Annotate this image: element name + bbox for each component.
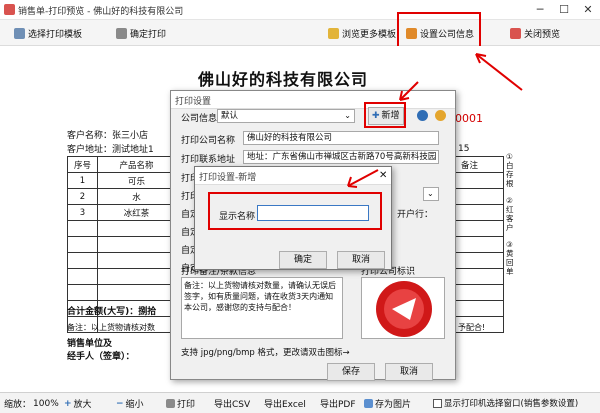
image-format-hint: 支持 jpg/png/bmp 格式，更改请双击图标→ [181, 348, 350, 358]
cancel-button[interactable]: 取消 [385, 363, 433, 381]
subdialog-titlebar: 打印设置-新增 [195, 167, 391, 185]
title-bar: 销售单-打印预览 - 佛山好的科技有限公司 ─ ☐ ✕ [0, 0, 600, 20]
highlight-add-new [364, 102, 406, 128]
app-icon [4, 4, 15, 15]
customer-address: 客户地址：测试地址1 [67, 145, 154, 155]
print-company-field[interactable]: 佛山好的科技有限公司 [243, 131, 439, 145]
print-address-label: 打印联系地址 [181, 155, 236, 165]
dialog-title: 打印设置 [175, 97, 212, 107]
status-bar: 缩放： 100% + 放大 − 缩小 打印 导出CSV 导出Excel 导出PDF 存… [0, 392, 600, 413]
subdialog-cancel-button[interactable]: 取消 [337, 251, 385, 269]
select-template-button[interactable]: 选择打印模板 [14, 24, 82, 42]
subdialog-title: 打印设置-新增 [199, 173, 257, 183]
close-icon[interactable]: ✕ [379, 170, 387, 181]
template-icon [14, 27, 25, 39]
company-heading: 佛山好的科技有限公司 [198, 70, 369, 89]
total-amount: 合计金额(大写)：捌拾 [67, 307, 157, 317]
zoom-display: 缩放： 100% [4, 398, 59, 411]
save-image-button[interactable]: 存为图片 [364, 397, 411, 410]
bank-label: 开户行： [397, 210, 434, 220]
zoom-out-button[interactable]: − 缩小 [116, 397, 144, 411]
dialog-titlebar: 打印设置 [171, 91, 455, 109]
printer-icon [116, 27, 127, 39]
image-icon [364, 399, 373, 408]
highlight-display-name [208, 192, 382, 230]
company-logo[interactable] [361, 277, 445, 339]
logo-image [376, 281, 432, 337]
order-number: 0001 [455, 112, 483, 125]
close-preview-icon [510, 27, 521, 39]
notes-textarea[interactable]: 备注：以上货物请核对数量，请确认无误后签字，如有质量问题，请在收货3天内通知本公… [181, 277, 343, 339]
browse-templates-button[interactable]: 浏览更多模板 [328, 24, 396, 42]
folder-icon [328, 27, 339, 39]
print-address-field[interactable]: 地址：广东省佛山市禅城区古新路70号高新科技园 [243, 150, 439, 164]
handler-signature: 经手人（签章）： [67, 352, 135, 362]
toolbar: 选择打印模板 确定打印 浏览更多模板 设置公司信息 关闭预览 [0, 20, 600, 46]
print-company-label: 打印公司名称 [181, 136, 236, 146]
zoom-in-button[interactable]: + 放大 [64, 397, 92, 411]
select-field[interactable]: ⌄ [423, 187, 439, 201]
customer-name: 客户名称：张三小店 [67, 131, 149, 141]
notes-fragment: 备注：以上货物请核对数 [67, 323, 155, 332]
export-csv-button[interactable]: 导出CSV [214, 397, 250, 410]
date-fragment: 15 [458, 144, 470, 154]
print-button[interactable]: 打印 [166, 397, 195, 410]
company-info-label: 公司信息 [181, 114, 218, 124]
checkbox-icon [433, 398, 442, 408]
confirm-print-button[interactable]: 确定打印 [116, 24, 166, 42]
header-index: 序号 [67, 156, 98, 173]
company-info-select[interactable]: 默认 ⌄ [217, 109, 355, 123]
info-icon[interactable] [417, 110, 428, 121]
zoom-in-icon: + [64, 398, 72, 409]
chevron-down-icon: ⌄ [344, 111, 351, 120]
printer-icon [166, 399, 175, 408]
export-pdf-button[interactable]: 导出PDF [320, 397, 356, 410]
show-printer-window-checkbox[interactable]: 显示打印机选择窗口(销售参数设置) [433, 397, 578, 409]
close-icon[interactable]: ✕ [580, 2, 596, 18]
chevron-down-icon: ⌄ [427, 189, 434, 198]
zoom-out-icon: − [116, 398, 124, 409]
close-preview-button[interactable]: 关闭预览 [510, 24, 560, 42]
window-title: 销售单-打印预览 - 佛山好的科技有限公司 [18, 7, 184, 17]
header-product: 产品名称 [97, 156, 176, 173]
side-notes: ①白存根 ②红客户 ③黄回单 [506, 152, 514, 276]
save-button[interactable]: 保存 [327, 363, 375, 381]
settings-icon[interactable] [435, 110, 446, 121]
ok-button[interactable]: 确定 [279, 251, 327, 269]
sales-unit: 销售单位及 [67, 339, 113, 349]
export-excel-button[interactable]: 导出Excel [264, 397, 306, 410]
maximize-icon[interactable]: ☐ [556, 2, 572, 18]
notes-end: 予配合! [458, 323, 486, 332]
minimize-icon[interactable]: ─ [532, 2, 548, 18]
